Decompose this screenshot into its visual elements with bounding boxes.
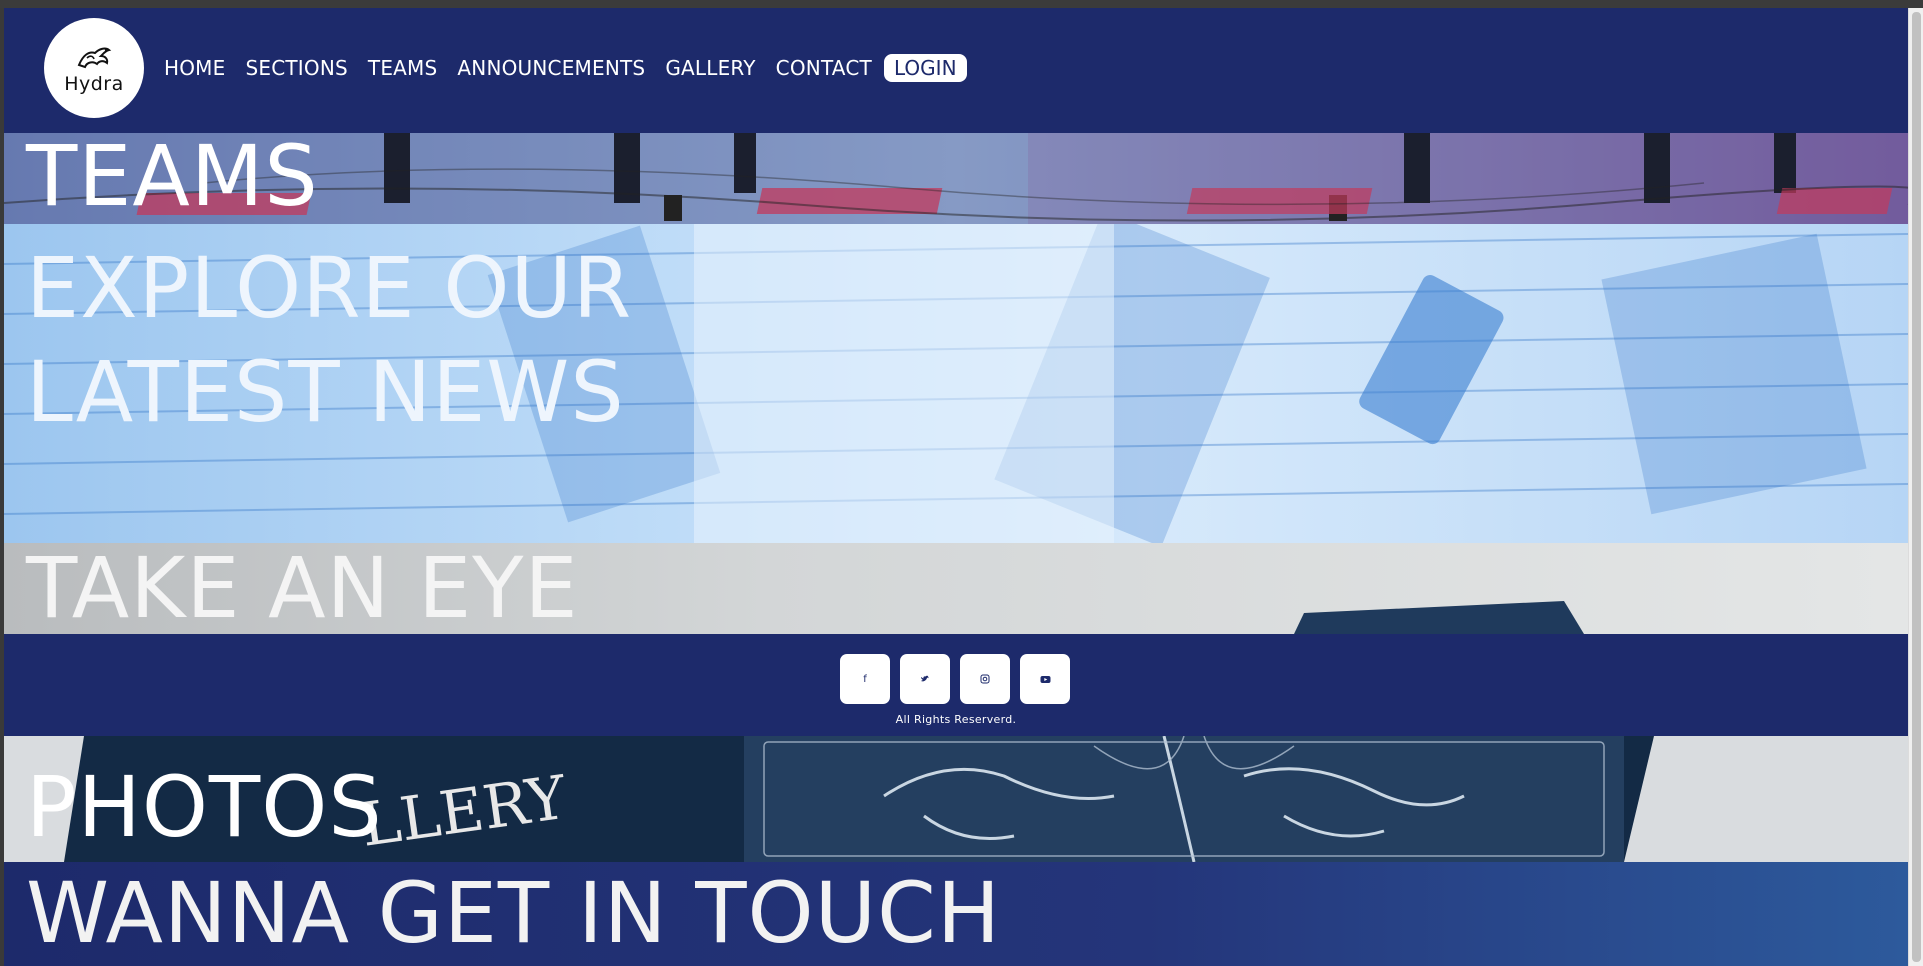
site-logo[interactable]: Hydra	[44, 18, 144, 118]
page-scrollbar[interactable]	[1908, 8, 1923, 966]
eye-title: TAKE AN EYE	[26, 543, 579, 634]
photos-title: PHOTOS	[26, 758, 383, 856]
copyright-text: All Rights Reserverd.	[895, 713, 1017, 726]
site-header: Hydra HOME SECTIONS TEAMS ANNOUNCEMENTS …	[4, 8, 1908, 133]
social-links: f	[840, 654, 1070, 704]
announcements-section[interactable]: EXPLORE OUR LATEST NEWS	[4, 224, 1908, 543]
window-top-strip	[0, 0, 1923, 8]
nav-contact[interactable]: CONTACT	[776, 56, 872, 80]
logo-text: Hydra	[64, 73, 124, 95]
youtube-icon[interactable]	[1020, 654, 1070, 704]
take-an-eye-section[interactable]: TAKE AN EYE	[4, 543, 1908, 634]
gallery-section[interactable]: LLERY PHOTOS	[4, 736, 1908, 862]
news-title: EXPLORE OUR LATEST NEWS	[26, 239, 633, 441]
login-button[interactable]: LOGIN	[884, 54, 967, 82]
nav-sections[interactable]: SECTIONS	[245, 56, 347, 80]
contact-section[interactable]: WANNA GET IN TOUCH	[4, 862, 1908, 966]
nav-announcements[interactable]: ANNOUNCEMENTS	[457, 56, 645, 80]
page: Hydra HOME SECTIONS TEAMS ANNOUNCEMENTS …	[4, 8, 1908, 966]
main-nav: HOME SECTIONS TEAMS ANNOUNCEMENTS GALLER…	[164, 56, 892, 80]
nav-home[interactable]: HOME	[164, 56, 225, 80]
contact-title: WANNA GET IN TOUCH	[26, 864, 1001, 962]
scrollbar-thumb[interactable]	[1912, 12, 1921, 962]
nav-gallery[interactable]: GALLERY	[665, 56, 755, 80]
site-footer: f All Rights Reserverd.	[4, 634, 1908, 736]
teams-title: TEAMS	[26, 133, 319, 224]
nav-teams[interactable]: TEAMS	[368, 56, 438, 80]
facebook-icon[interactable]: f	[840, 654, 890, 704]
instagram-icon[interactable]	[960, 654, 1010, 704]
hydra-logo-icon	[77, 47, 112, 69]
teams-section[interactable]: TEAMS	[4, 133, 1908, 224]
twitter-icon[interactable]	[900, 654, 950, 704]
